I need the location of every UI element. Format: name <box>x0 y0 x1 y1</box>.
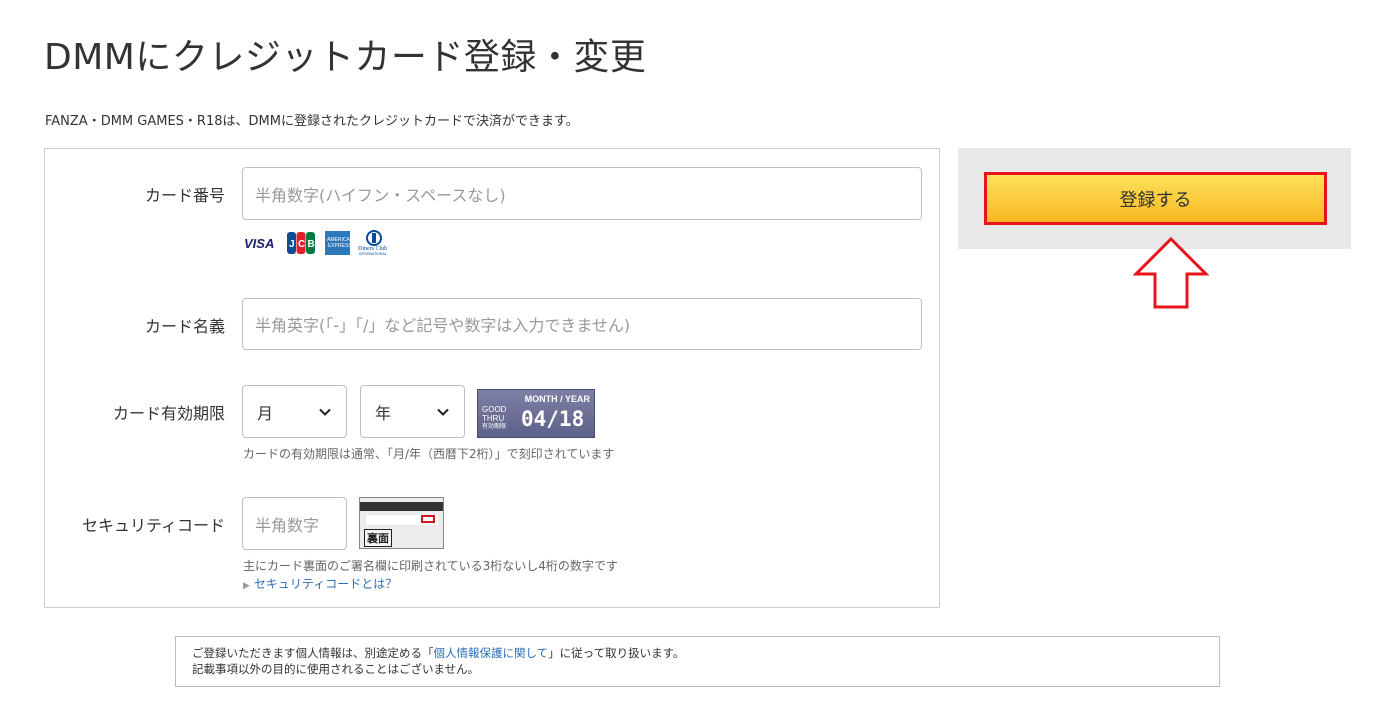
expiry-month-select[interactable]: 月 <box>242 385 347 438</box>
security-code-label: セキュリティコード <box>81 516 225 535</box>
register-button[interactable]: 登録する <box>984 172 1327 225</box>
expiry-month-value: 月 <box>257 403 274 423</box>
arrow-up-icon <box>1133 236 1209 309</box>
svg-text:EXPRESS: EXPRESS <box>328 243 350 249</box>
expiry-note: カードの有効期限は通常、「月/年（西暦下2桁）」で刻印されています <box>243 447 615 461</box>
svg-text:J: J <box>289 239 295 250</box>
card-back-label: 裏面 <box>364 529 392 547</box>
card-name-input[interactable]: 半角英字(「-」「/」など記号や数字は入力できません) <box>242 298 922 350</box>
expiry-sample-image: MONTH / YEAR GOOD THRU 有効期限 04/18 <box>477 389 595 438</box>
expiry-year-value: 年 <box>375 403 392 423</box>
card-number-label: カード番号 <box>144 186 225 205</box>
expiry-label: カード有効期限 <box>112 404 225 423</box>
chevron-down-icon <box>437 408 449 416</box>
card-back-image: 裏面 <box>359 497 444 549</box>
caret-right-icon: ▶ <box>243 581 250 591</box>
privacy-line-1: ご登録いただきます個人情報は、別途定める「個人情報保護に関して」に従って取り扱い… <box>192 646 685 660</box>
diners-logo: Diners Club INTERNATIONAL <box>356 229 392 257</box>
card-number-input[interactable]: 半角数字(ハイフン・スペースなし) <box>242 167 922 220</box>
expiry-sample-date: 04/18 <box>521 407 585 431</box>
security-code-help-link[interactable]: ▶ セキュリティコードとは？ <box>243 575 397 592</box>
card-name-label: カード名義 <box>144 317 225 336</box>
jcb-logo: J C B <box>286 231 316 255</box>
privacy-line-2: 記載事項以外の目的に使用されることはございません。 <box>192 662 480 676</box>
expiry-sample-top: MONTH / YEAR <box>524 394 590 404</box>
security-code-input[interactable]: 半角数字 <box>242 497 347 550</box>
page-subtitle: FANZA・DMM GAMES・R18は、DMMに登録されたクレジットカードで決… <box>45 114 579 129</box>
expiry-year-select[interactable]: 年 <box>360 385 465 438</box>
expiry-sample-left: GOOD THRU 有効期限 <box>482 405 507 430</box>
svg-text:B: B <box>308 239 315 250</box>
page-title: DMMにクレジットカード登録・変更 <box>44 37 647 78</box>
svg-text:VISA: VISA <box>244 236 274 251</box>
visa-logo: VISA <box>243 233 279 253</box>
privacy-policy-link[interactable]: 個人情報保護に関して <box>434 646 549 660</box>
chevron-down-icon <box>319 408 331 416</box>
privacy-notice: ご登録いただきます個人情報は、別途定める「個人情報保護に関して」に従って取り扱い… <box>175 636 1220 687</box>
amex-logo: AMERICAN EXPRESS <box>325 231 354 255</box>
security-code-note: 主にカード裏面のご署名欄に印刷されている3桁ないし4桁の数字です <box>243 559 618 573</box>
svg-text:INTERNATIONAL: INTERNATIONAL <box>359 252 387 256</box>
svg-text:C: C <box>298 239 305 250</box>
